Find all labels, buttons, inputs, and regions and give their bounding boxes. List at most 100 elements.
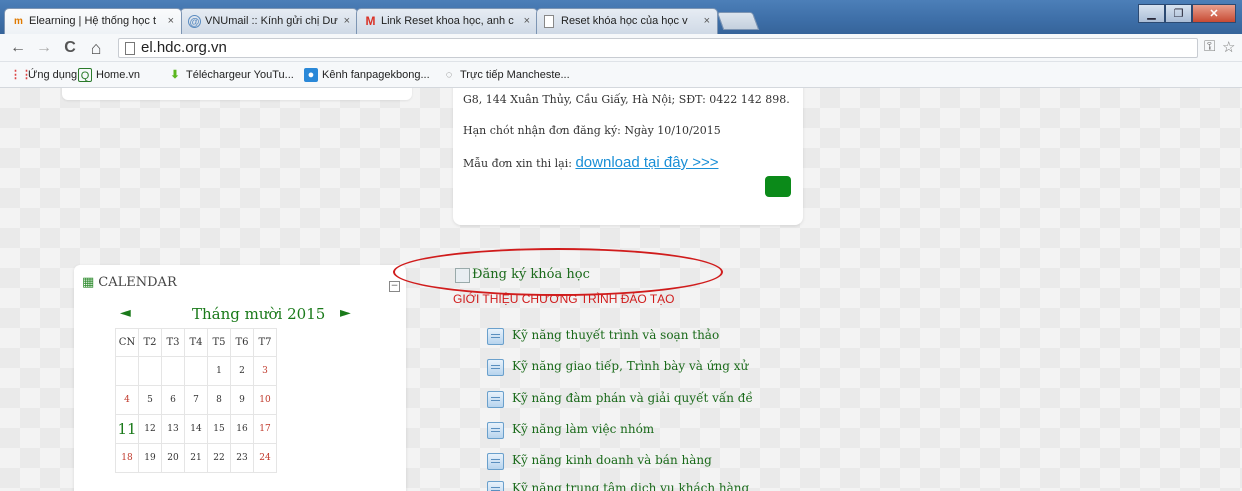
new-tab-button[interactable] [716, 12, 760, 30]
calendar-week-row: 4 5 6 7 8 9 10 [115, 385, 277, 415]
calendar-week-row: 1 2 3 [115, 356, 277, 386]
bookmark-fanpage[interactable]: ● Kênh fanpagekbong... [304, 67, 430, 83]
calendar-day[interactable]: 18 [115, 443, 139, 473]
browser-title-bar: m Elearning | Hệ thống học t × @ VNUmail… [0, 0, 1242, 34]
calendar-day[interactable]: 17 [253, 414, 277, 444]
tab-label: Reset khóa học của học v [561, 15, 688, 27]
forward-button[interactable]: → [34, 38, 54, 58]
course-label[interactable]: Kỹ năng trung tâm dịch vụ khách hàng [512, 481, 749, 491]
calendar-day[interactable]: 15 [207, 414, 231, 444]
course-label[interactable]: Kỹ năng giao tiếp, Trình bày và ứng xử [512, 359, 748, 373]
section-title: GIỚI THIỆU CHƯƠNG TRÌNH ĐÀO TẠO [453, 292, 675, 306]
register-course-link[interactable]: Đăng ký khóa học [472, 267, 590, 282]
notice-card: G8, 144 Xuân Thủy, Cầu Giấy, Hà Nội; SĐT… [453, 88, 803, 225]
bookmark-label: Kênh fanpagekbong... [322, 69, 430, 81]
document-icon [487, 453, 504, 470]
gmail-icon: M [365, 14, 376, 28]
tab-gmail[interactable]: M Link Reset khoa học, anh c × [356, 8, 538, 34]
tab-label: Elearning | Hệ thống học t [29, 15, 156, 27]
next-month-icon[interactable]: ► [340, 305, 351, 321]
page-content: G8, 144 Xuân Thủy, Cầu Giấy, Hà Nội; SĐT… [0, 88, 1242, 491]
bookmark-apps[interactable]: ⋮⋮ Ứng dụng [10, 67, 77, 83]
calendar-day[interactable]: 14 [184, 414, 208, 444]
calendar-day[interactable]: 7 [184, 385, 208, 415]
bookmark-youtube-downloader[interactable]: ⬇ Téléchargeur YouTu... [168, 67, 293, 83]
back-button[interactable]: ← [8, 38, 28, 58]
calendar-block: ▦ CALENDAR − ◄ Tháng mười 2015 ► CN T2 T3… [74, 265, 406, 491]
calendar-day[interactable]: 23 [230, 443, 254, 473]
globe-icon: ◌ [445, 69, 453, 81]
home-vn-icon: Q [78, 68, 92, 82]
calendar-day[interactable]: 9 [230, 385, 254, 415]
calendar-header: ▦ CALENDAR [82, 275, 177, 290]
course-label[interactable]: Kỹ năng thuyết trình và soạn thảo [512, 328, 719, 342]
tab-reset[interactable]: Reset khóa học của học v × [536, 8, 718, 34]
calendar-day[interactable]: 19 [138, 443, 162, 473]
bookmark-manchester[interactable]: ◌ Trực tiếp Mancheste... [442, 67, 570, 83]
calendar-day[interactable]: 4 [115, 385, 139, 415]
calendar-day[interactable]: 8 [207, 385, 231, 415]
course-label[interactable]: Kỹ năng đàm phán và giải quyết vấn đề [512, 391, 753, 405]
document-icon [487, 359, 504, 376]
calendar-day[interactable]: 24 [253, 443, 277, 473]
green-button[interactable] [765, 176, 791, 197]
tab-close-icon[interactable]: × [168, 9, 174, 33]
calendar-day[interactable]: 3 [253, 356, 277, 386]
prev-month-icon[interactable]: ◄ [120, 305, 131, 321]
calendar-day[interactable]: 10 [253, 385, 277, 415]
home-button[interactable]: ⌂ [86, 38, 106, 58]
document-icon [487, 481, 504, 491]
calendar-month: Tháng mười 2015 [192, 305, 326, 323]
calendar-day[interactable]: 20 [161, 443, 185, 473]
calendar-day[interactable] [184, 356, 208, 386]
key-icon[interactable]: ⚿ [1204, 38, 1215, 55]
elearning-favicon: m [14, 16, 23, 27]
bookmarks-bar: ⋮⋮ Ứng dụng Q Home.vn ⬇ Téléchargeur You… [0, 62, 1242, 88]
address-bar[interactable]: el.hdc.org.vn [118, 38, 1198, 58]
calendar-grid: CN T2 T3 T4 T5 T6 T7 1 2 3 4 5 6 7 8 9 1… [115, 328, 277, 473]
download-link[interactable]: download tại đây >>> [575, 154, 718, 171]
tab-close-icon[interactable]: × [524, 9, 530, 33]
tab-vnumail[interactable]: @ VNUmail :: Kính gửi chị Dư × [180, 8, 358, 34]
tab-elearning[interactable]: m Elearning | Hệ thống học t × [4, 8, 182, 34]
calendar-icon: ▦ [82, 275, 95, 290]
page-icon [544, 15, 554, 28]
calendar-day[interactable] [161, 356, 185, 386]
calendar-title: CALENDAR [98, 275, 177, 290]
calendar-day[interactable] [138, 356, 162, 386]
bookmark-label: Trực tiếp Mancheste... [460, 69, 570, 81]
calendar-week-row: 18 19 20 21 22 23 24 [115, 443, 277, 473]
calendar-day[interactable]: 21 [184, 443, 208, 473]
calendar-day[interactable]: 1 [207, 356, 231, 386]
calendar-day[interactable]: 16 [230, 414, 254, 444]
form-prefix: Mẫu đơn xin thi lại: [463, 157, 572, 170]
calendar-day[interactable]: 13 [161, 414, 185, 444]
broken-image-icon [455, 268, 470, 283]
maximize-button[interactable]: ❐ [1165, 4, 1192, 23]
calendar-day[interactable]: 5 [138, 385, 162, 415]
day-header: T7 [253, 328, 277, 357]
apps-icon: ⋮⋮ [10, 69, 32, 81]
day-header: T5 [207, 328, 231, 357]
course-label[interactable]: Kỹ năng làm việc nhóm [512, 422, 654, 436]
calendar-day[interactable]: 22 [207, 443, 231, 473]
day-header: T2 [138, 328, 162, 357]
day-header: CN [115, 328, 139, 357]
calendar-day[interactable]: 6 [161, 385, 185, 415]
course-label[interactable]: Kỹ năng kinh doanh và bán hàng [512, 453, 712, 467]
tab-label: Link Reset khoa học, anh c [381, 15, 514, 27]
tab-close-icon[interactable]: × [704, 9, 710, 33]
facebook-icon: ● [304, 68, 318, 82]
calendar-day[interactable]: 2 [230, 356, 254, 386]
calendar-week-row: 11 12 13 14 15 16 17 [115, 414, 277, 444]
collapse-icon[interactable]: − [389, 281, 400, 292]
close-window-button[interactable]: ✕ [1192, 4, 1236, 23]
bookmark-star-icon[interactable]: ☆ [1222, 38, 1235, 56]
calendar-day-today[interactable]: 11 [115, 414, 139, 444]
calendar-day[interactable] [115, 356, 139, 386]
bookmark-home-vn[interactable]: Q Home.vn [78, 67, 140, 83]
minimize-button[interactable]: ▁ [1138, 4, 1165, 23]
calendar-day[interactable]: 12 [138, 414, 162, 444]
reload-button[interactable]: C [60, 38, 80, 58]
tab-close-icon[interactable]: × [344, 9, 350, 33]
